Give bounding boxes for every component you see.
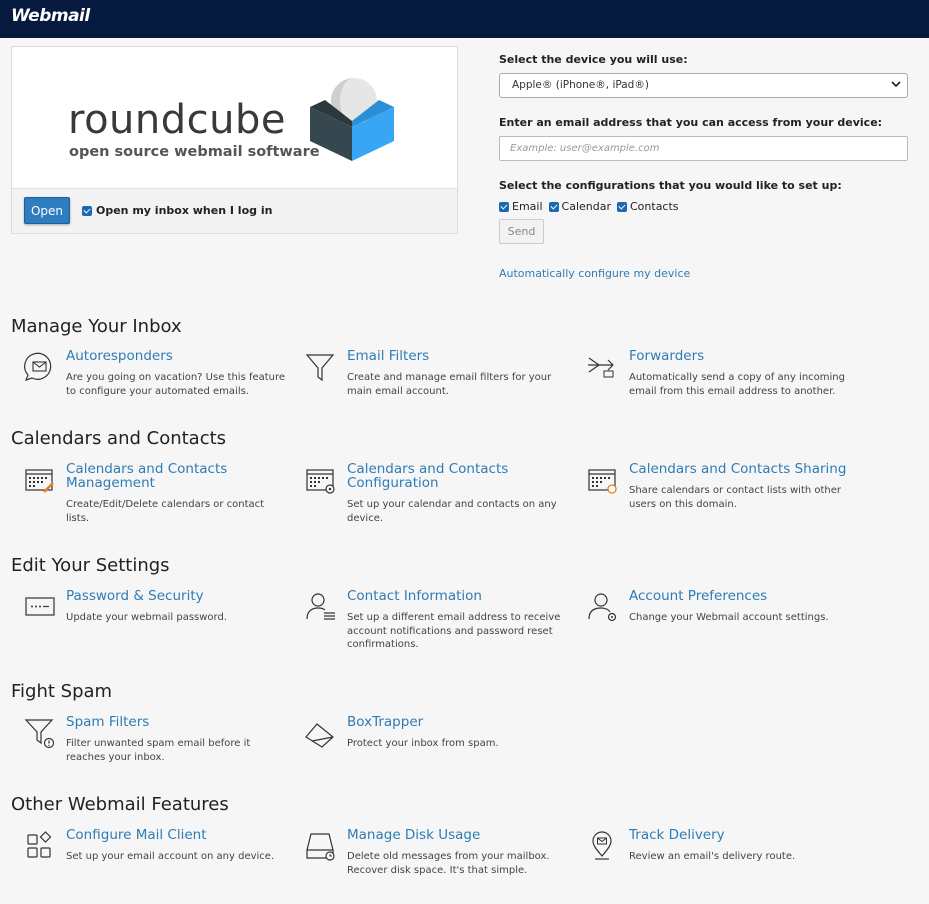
send-button[interactable]: Send <box>499 219 544 244</box>
device-email-input[interactable]: Example: user@example.com <box>499 136 908 161</box>
feature-desc: Filter unwanted spam email before it rea… <box>66 738 251 763</box>
section-title-settings: Edit Your Settings <box>11 555 170 576</box>
config-checkboxes: Email Calendar Contacts <box>499 200 679 213</box>
config-email-checkbox[interactable] <box>499 201 509 212</box>
feature-title[interactable]: Calendars and Contacts Sharing <box>629 462 859 476</box>
filter-icon <box>305 354 335 382</box>
contact-info-icon <box>306 593 335 620</box>
password-icon <box>25 597 55 616</box>
email-input-label: Enter an email address that you can acce… <box>499 116 883 129</box>
feature-title[interactable]: Autoresponders <box>66 349 296 363</box>
boxtrapper-icon <box>305 723 334 748</box>
feature-title[interactable]: Configure Mail Client <box>66 828 296 842</box>
forward-icon <box>588 357 614 378</box>
open-inbox-checkbox[interactable] <box>82 205 92 216</box>
section-title-spam: Fight Spam <box>11 681 113 702</box>
disk-usage-icon <box>306 833 335 861</box>
feature-title[interactable]: Email Filters <box>347 349 577 363</box>
device-select-label: Select the device you will use: <box>499 53 688 66</box>
feature-title[interactable]: Password & Security <box>66 589 296 603</box>
roundcube-logo-word: roundcube <box>68 97 286 143</box>
top-bar: Webmail <box>0 0 929 38</box>
device-select[interactable]: Apple® (iPhone®, iPad®) <box>499 73 908 98</box>
spam-filter-icon <box>24 719 55 749</box>
config-calendar-checkbox[interactable] <box>548 201 559 212</box>
track-delivery-icon <box>592 831 612 860</box>
open-inbox-checkbox-label[interactable]: Open my inbox when I log in <box>82 204 272 217</box>
config-contacts[interactable]: Contacts <box>617 200 679 213</box>
config-contacts-checkbox[interactable] <box>617 201 627 212</box>
feature-desc: Change your Webmail account settings. <box>629 612 829 623</box>
feature-desc: Delete old messages from your mailbox. R… <box>347 851 550 876</box>
autoresponder-icon <box>24 352 52 381</box>
account-prefs-icon <box>588 593 617 622</box>
section-title-manage-inbox: Manage Your Inbox <box>11 316 182 337</box>
feature-desc: Set up a different email address to rece… <box>347 612 561 650</box>
feature-desc: Are you going on vacation? Use this feat… <box>66 372 286 397</box>
feature-desc: Review an email's delivery route. <box>629 851 796 862</box>
configs-label: Select the configurations that you would… <box>499 179 842 192</box>
device-select-value: Apple® (iPhone®, iPad®) <box>512 79 649 91</box>
open-inbox-text: Open my inbox when I log in <box>96 204 273 217</box>
feature-title[interactable]: Calendars and Contacts Configuration <box>347 462 577 490</box>
feature-desc: Set up your email account on any device. <box>66 851 275 862</box>
webmail-logo[interactable]: Webmail <box>11 6 90 26</box>
feature-desc: Set up your calendar and contacts on any… <box>347 499 557 524</box>
calendar-edit-icon <box>25 469 54 493</box>
feature-title[interactable]: Contact Information <box>347 589 577 603</box>
feature-desc: Create/Edit/Delete calendars or contact … <box>66 499 265 524</box>
roundcube-cube-icon <box>310 78 394 161</box>
calendar-share-icon <box>588 469 617 494</box>
feature-title[interactable]: Track Delivery <box>629 828 859 842</box>
section-title-calendars: Calendars and Contacts <box>11 428 227 449</box>
calendar-config-icon <box>306 469 335 494</box>
section-title-other: Other Webmail Features <box>11 794 229 815</box>
roundcube-logo: roundcube open source webmail software <box>12 47 457 188</box>
open-roundcube-button[interactable]: Open <box>24 197 70 224</box>
config-email[interactable]: Email <box>499 200 543 213</box>
feature-title[interactable]: Forwarders <box>629 349 859 363</box>
feature-desc: Automatically send a copy of any incomin… <box>629 372 845 397</box>
feature-title[interactable]: Spam Filters <box>66 715 296 729</box>
feature-title[interactable]: Calendars and Contacts Management <box>66 462 296 490</box>
mail-client-icon <box>27 831 52 858</box>
roundcube-panel: roundcube open source webmail software O… <box>11 46 458 234</box>
feature-title[interactable]: BoxTrapper <box>347 715 577 729</box>
feature-desc: Update your webmail password. <box>66 612 227 623</box>
feature-desc: Share calendars or contact lists with ot… <box>629 485 842 510</box>
config-calendar[interactable]: Calendar <box>548 200 611 213</box>
roundcube-footer: Open Open my inbox when I log in <box>12 188 457 233</box>
auto-configure-link[interactable]: Automatically configure my device <box>499 267 690 280</box>
feature-desc: Create and manage email filters for your… <box>347 372 552 397</box>
chevron-down-icon <box>891 81 901 88</box>
feature-title[interactable]: Account Preferences <box>629 589 859 603</box>
feature-title[interactable]: Manage Disk Usage <box>347 828 577 842</box>
roundcube-logo-subtitle: open source webmail software <box>69 144 320 160</box>
feature-desc: Protect your inbox from spam. <box>347 738 499 749</box>
